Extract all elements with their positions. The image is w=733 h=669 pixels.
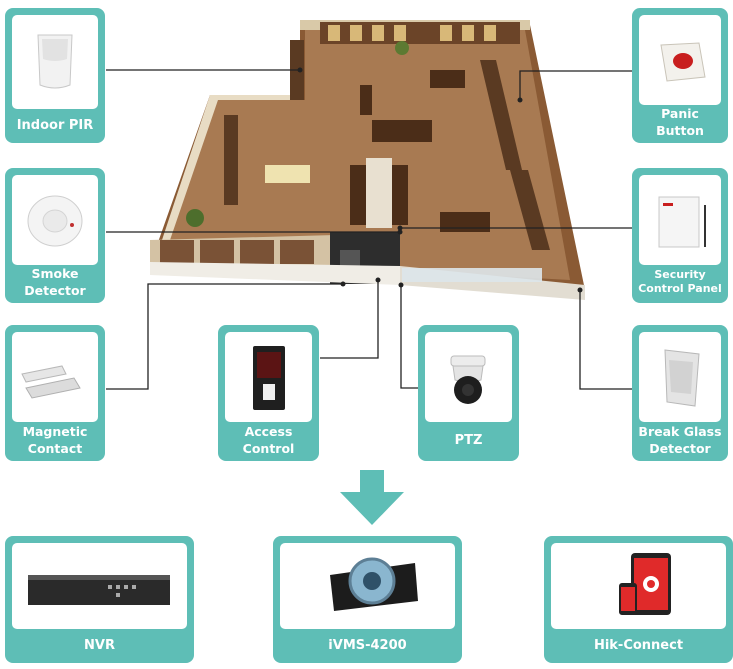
nvr-recorder-icon (28, 575, 170, 605)
nvr-image-frame (12, 543, 187, 629)
down-arrow-icon (340, 470, 404, 525)
hik-connect-image-frame (551, 543, 726, 629)
magnetic-contact-image-frame (12, 332, 98, 422)
indoor-pir-label: Indoor PIR (16, 118, 94, 133)
nvr-card: NVR (5, 536, 194, 663)
hik-connect-label: Hik-Connect (593, 638, 684, 653)
indoor-pir-image-frame (12, 15, 98, 109)
ivms-image-frame (280, 543, 455, 629)
magnetic-contact-label-line1: Magnetic (22, 423, 88, 439)
break-glass-detector-label-line2: Detector (649, 440, 711, 456)
smoke-detector-label-line2: Detector (24, 282, 86, 298)
access-control-card: Access Control (218, 325, 319, 461)
panic-button-icon (660, 42, 706, 82)
ptz-card: PTZ (418, 325, 519, 461)
ivms-card: iVMS-4200 (273, 536, 462, 663)
break-glass-detector-image-frame (639, 332, 721, 422)
security-control-panel-label-line2: Control Panel (638, 281, 722, 295)
nvr-label: NVR (84, 638, 115, 653)
magnetic-contact-icon (21, 365, 81, 399)
security-control-panel-image-frame (639, 175, 721, 265)
access-control-image-frame (225, 332, 312, 422)
panic-button-image-frame (639, 15, 721, 105)
pir-sensor-icon (37, 34, 73, 89)
smoke-detector-label: Smoke Detector (5, 263, 105, 303)
panic-button-label-line1: Panic (661, 105, 699, 121)
smoke-detector-image-frame (12, 175, 98, 265)
break-glass-detector-label: Break Glass Detector (632, 421, 728, 461)
panic-button-card: Panic Button (632, 8, 728, 143)
ptz-camera-icon (450, 355, 486, 404)
security-control-panel-label-line1: Security (654, 267, 706, 281)
ivms-software-icon (330, 557, 418, 611)
smoke-detector-icon (27, 195, 83, 247)
ivms-label: iVMS-4200 (328, 638, 407, 653)
break-glass-detector-card: Break Glass Detector (632, 325, 728, 461)
hik-connect-card: Hik-Connect (544, 536, 733, 663)
ptz-label: PTZ (454, 433, 483, 448)
floor-plan-illustration (150, 20, 585, 300)
control-panel-icon (658, 196, 706, 248)
access-control-label-line1: Access (244, 423, 293, 439)
magnetic-contact-label: Magnetic Contact (5, 421, 105, 461)
access-control-label-line2: Control (242, 440, 295, 456)
indoor-pir-card: Indoor PIR (5, 8, 105, 143)
security-control-panel-card: Security Control Panel (632, 168, 728, 303)
smoke-detector-card: Smoke Detector (5, 168, 105, 303)
panic-button-label: Panic Button (632, 103, 728, 143)
break-glass-detector-label-line1: Break Glass (638, 423, 722, 439)
hik-connect-app-icon (619, 553, 671, 615)
access-terminal-icon (253, 346, 285, 410)
ptz-image-frame (425, 332, 512, 422)
access-control-label: Access Control (218, 421, 319, 461)
smoke-detector-label-line1: Smoke (31, 265, 79, 281)
magnetic-contact-label-line2: Contact (27, 440, 83, 456)
security-control-panel-label: Security Control Panel (632, 263, 728, 303)
panic-button-label-line2: Button (656, 122, 704, 138)
magnetic-contact-card: Magnetic Contact (5, 325, 105, 461)
break-glass-detector-icon (664, 349, 700, 407)
